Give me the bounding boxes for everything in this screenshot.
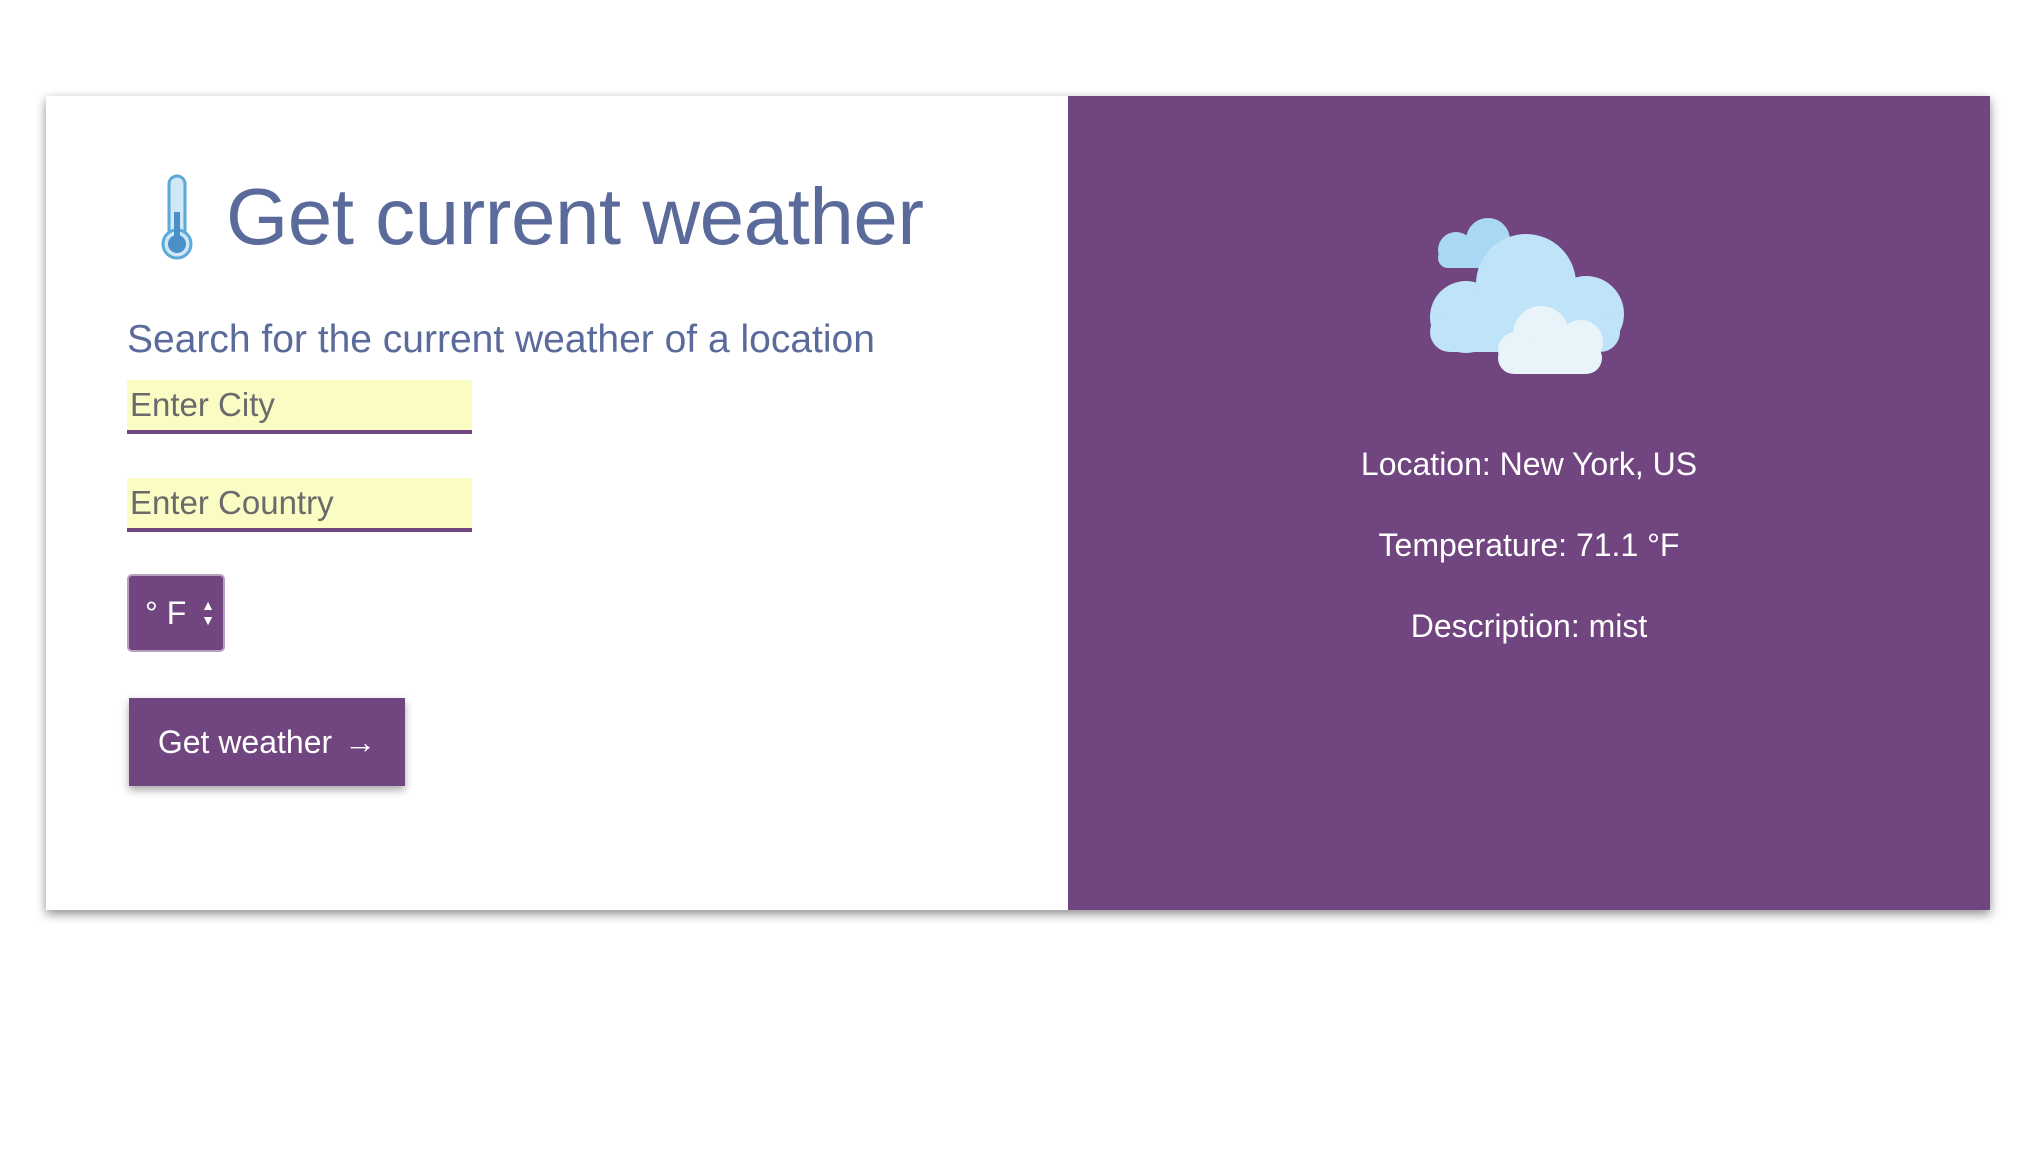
city-input[interactable] [127,380,472,434]
search-subtitle: Search for the current weather of a loca… [127,318,875,361]
arrow-right-icon: → [344,723,377,760]
select-arrows-icon: ▲ ▼ [201,597,215,628]
unit-select[interactable]: ° F ▲ ▼ [127,574,225,652]
search-panel: Get current weather Search for the curre… [46,96,1068,910]
result-panel: Location: New York, US Temperature: 71.1… [1068,96,1990,910]
location-text: Location: New York, US [1360,446,1698,482]
get-weather-button-label: Get weather [157,723,333,760]
get-weather-button[interactable]: Get weather → [129,698,405,786]
weather-card: Get current weather Search for the curre… [46,96,1990,910]
title-row: Get current weather [142,172,924,262]
page-title: Get current weather [226,172,924,261]
cloudy-icon [1430,218,1624,374]
unit-select-value: ° F [145,594,187,631]
temperature-text: Temperature: 71.1 °F [1378,527,1680,563]
thermometer-icon [161,174,193,260]
country-input[interactable] [127,478,472,532]
description-text: Description: mist [1410,608,1648,644]
